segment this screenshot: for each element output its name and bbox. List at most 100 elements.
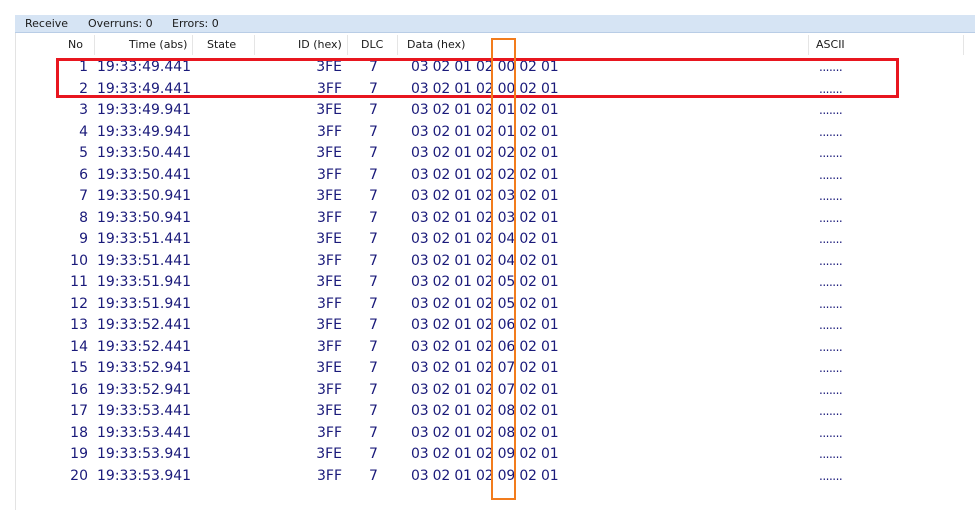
row-number: 16 bbox=[70, 381, 88, 398]
row-time: 19:33:51.941 bbox=[97, 274, 192, 290]
row-number: 10 bbox=[70, 252, 88, 269]
column-header-state[interactable]: State bbox=[207, 33, 236, 57]
row-data: 03 02 01 02 03 02 01 bbox=[411, 209, 559, 226]
row-ascii: ....... bbox=[819, 404, 843, 418]
row-id: 3FE bbox=[316, 360, 342, 376]
row-data: 03 02 01 02 04 02 01 bbox=[411, 231, 559, 247]
row-ascii: ....... bbox=[819, 361, 843, 375]
row-data: 03 02 01 02 01 02 01 bbox=[411, 102, 559, 118]
row-number: 13 bbox=[70, 317, 88, 333]
row-id: 3FF bbox=[316, 467, 342, 484]
row-time: 19:33:51.441 bbox=[97, 252, 192, 269]
column-header-id[interactable]: ID (hex) bbox=[298, 33, 342, 57]
row-id: 3FF bbox=[316, 123, 342, 140]
row-data: 03 02 01 02 02 02 01 bbox=[411, 145, 559, 161]
row-time: 19:33:52.941 bbox=[97, 360, 192, 376]
row-id: 3FE bbox=[316, 102, 342, 118]
row-dlc: 7 bbox=[369, 231, 378, 247]
row-dlc: 7 bbox=[369, 145, 378, 161]
row-id: 3FF bbox=[316, 381, 342, 398]
row-ascii: ....... bbox=[819, 425, 843, 440]
row-time: 19:33:53.441 bbox=[97, 403, 192, 419]
row-time: 19:33:53.441 bbox=[97, 424, 192, 441]
row-number: 6 bbox=[79, 166, 88, 183]
row-id: 3FE bbox=[316, 145, 342, 161]
column-divider[interactable] bbox=[397, 35, 398, 55]
row-number: 7 bbox=[79, 188, 88, 204]
row-time: 19:33:50.941 bbox=[97, 209, 192, 226]
row-dlc: 7 bbox=[369, 360, 378, 376]
row-id: 3FE bbox=[316, 403, 342, 419]
column-divider[interactable] bbox=[94, 35, 95, 55]
row-id: 3FE bbox=[316, 446, 342, 462]
row-ascii: ....... bbox=[819, 275, 843, 289]
row-id: 3FF bbox=[316, 166, 342, 183]
row-ascii: ....... bbox=[819, 124, 843, 139]
column-header-dlc[interactable]: DLC bbox=[361, 33, 383, 57]
column-header-no[interactable]: No bbox=[68, 33, 83, 57]
row-ascii: ....... bbox=[819, 253, 843, 268]
row-number: 3 bbox=[79, 102, 88, 118]
row-dlc: 7 bbox=[369, 274, 378, 290]
row-data: 03 02 01 02 07 02 01 bbox=[411, 381, 559, 398]
row-dlc: 7 bbox=[369, 209, 378, 226]
row-ascii: ....... bbox=[819, 210, 843, 225]
row-time: 19:33:51.441 bbox=[97, 231, 192, 247]
row-time: 19:33:50.941 bbox=[97, 188, 192, 204]
row-number: 18 bbox=[70, 424, 88, 441]
row-ascii: ....... bbox=[819, 103, 843, 117]
row-data: 03 02 01 02 06 02 01 bbox=[411, 338, 559, 355]
row-ascii: ....... bbox=[819, 318, 843, 332]
row-dlc: 7 bbox=[369, 381, 378, 398]
receive-status-bar: Receive Overruns: 0 Errors: 0 bbox=[15, 15, 975, 33]
row-dlc: 7 bbox=[369, 188, 378, 204]
row-time: 19:33:49.941 bbox=[97, 102, 192, 118]
row-number: 14 bbox=[70, 338, 88, 355]
row-time: 19:33:53.941 bbox=[97, 467, 192, 484]
row-id: 3FF bbox=[316, 209, 342, 226]
row-time: 19:33:51.941 bbox=[97, 295, 192, 312]
column-divider[interactable] bbox=[192, 35, 193, 55]
row-data: 03 02 01 02 06 02 01 bbox=[411, 317, 559, 333]
row-ascii: ....... bbox=[819, 232, 843, 246]
column-divider[interactable] bbox=[808, 35, 809, 55]
row-data: 03 02 01 02 09 02 01 bbox=[411, 467, 559, 484]
column-header-time[interactable]: Time (abs) bbox=[129, 33, 187, 57]
row-time: 19:33:49.941 bbox=[97, 123, 192, 140]
row-ascii: ....... bbox=[819, 296, 843, 311]
highlight-box-red bbox=[56, 58, 899, 98]
row-dlc: 7 bbox=[369, 338, 378, 355]
column-header-data[interactable]: Data (hex) bbox=[407, 33, 465, 57]
row-number: 19 bbox=[70, 446, 88, 462]
row-dlc: 7 bbox=[369, 166, 378, 183]
row-data: 03 02 01 02 09 02 01 bbox=[411, 446, 559, 462]
column-divider[interactable] bbox=[347, 35, 348, 55]
overruns-counter: Overruns: 0 bbox=[88, 17, 153, 30]
row-number: 15 bbox=[70, 360, 88, 376]
row-data: 03 02 01 02 08 02 01 bbox=[411, 403, 559, 419]
errors-counter: Errors: 0 bbox=[172, 17, 219, 30]
row-ascii: ....... bbox=[819, 468, 843, 483]
row-dlc: 7 bbox=[369, 252, 378, 269]
row-dlc: 7 bbox=[369, 123, 378, 140]
row-ascii: ....... bbox=[819, 382, 843, 397]
receive-label: Receive bbox=[25, 17, 69, 30]
row-time: 19:33:52.441 bbox=[97, 338, 192, 355]
row-data: 03 02 01 02 04 02 01 bbox=[411, 252, 559, 269]
row-number: 11 bbox=[70, 274, 88, 290]
column-header-ascii[interactable]: ASCII bbox=[816, 33, 845, 57]
row-data: 03 02 01 02 02 02 01 bbox=[411, 166, 559, 183]
row-dlc: 7 bbox=[369, 295, 378, 312]
row-time: 19:33:50.441 bbox=[97, 145, 192, 161]
row-time: 19:33:52.941 bbox=[97, 381, 192, 398]
row-ascii: ....... bbox=[819, 339, 843, 354]
row-id: 3FE bbox=[316, 274, 342, 290]
row-data: 03 02 01 02 05 02 01 bbox=[411, 295, 559, 312]
row-dlc: 7 bbox=[369, 403, 378, 419]
column-divider[interactable] bbox=[963, 35, 964, 55]
row-number: 17 bbox=[70, 403, 88, 419]
row-data: 03 02 01 02 08 02 01 bbox=[411, 424, 559, 441]
row-number: 9 bbox=[79, 231, 88, 247]
row-id: 3FF bbox=[316, 252, 342, 269]
column-divider[interactable] bbox=[254, 35, 255, 55]
